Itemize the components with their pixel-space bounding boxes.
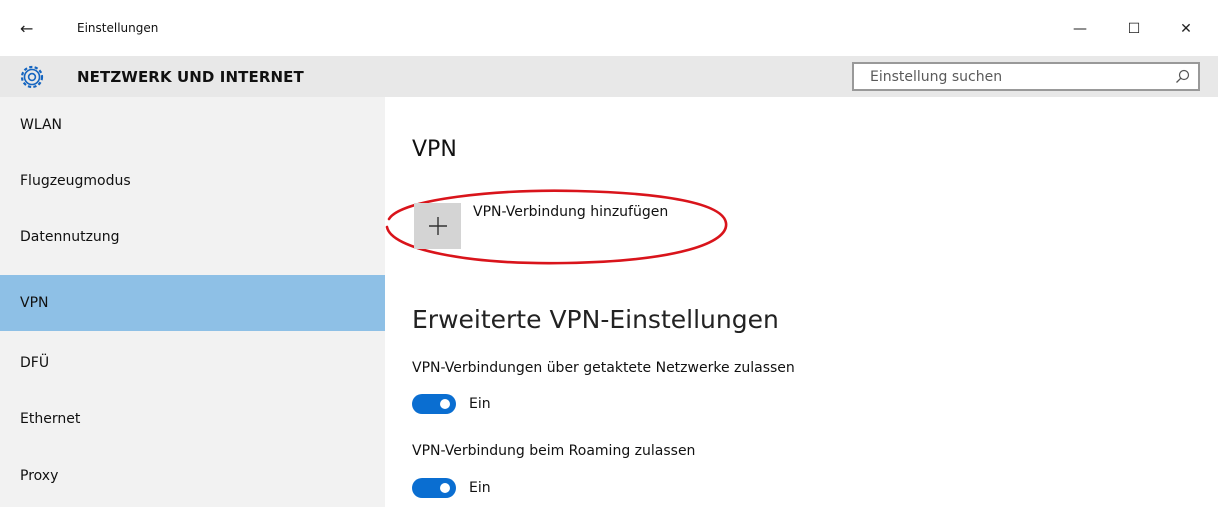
advanced-settings-title: Erweiterte VPN-Einstellungen (412, 305, 779, 334)
sidebar-item-flugzeugmodus[interactable]: Flugzeugmodus (0, 153, 385, 209)
sidebar: WLAN Flugzeugmodus Datennutzung VPN DFÜ … (0, 97, 385, 507)
main-content: VPN VPN-Verbindung hinzufügen Erweiterte… (385, 97, 1218, 507)
window-title: Einstellungen (77, 21, 159, 35)
close-button[interactable]: ✕ (1163, 14, 1209, 44)
minimize-button[interactable]: — (1057, 14, 1103, 44)
sidebar-item-label: DFÜ (20, 355, 50, 371)
sidebar-item-wlan[interactable]: WLAN (0, 97, 385, 153)
sidebar-item-datennutzung[interactable]: Datennutzung (0, 209, 385, 265)
maximize-button[interactable]: ☐ (1111, 14, 1157, 44)
metered-networks-toggle[interactable] (412, 394, 456, 414)
sidebar-item-vpn[interactable]: VPN (0, 275, 385, 331)
search-box[interactable] (852, 62, 1200, 91)
sidebar-item-label: WLAN (20, 117, 63, 133)
title-bar: ← Einstellungen — ☐ ✕ (0, 0, 1218, 56)
sidebar-item-label: Proxy (20, 468, 59, 484)
sidebar-item-label: Ethernet (20, 411, 81, 427)
main-title: VPN (412, 137, 457, 162)
sidebar-item-label: Datennutzung (20, 229, 120, 245)
sidebar-item-label: VPN (20, 295, 49, 311)
sidebar-item-label: Flugzeugmodus (20, 173, 131, 189)
section-header: NETZWERK UND INTERNET (0, 56, 1218, 97)
metered-networks-state: Ein (469, 396, 491, 412)
search-input[interactable] (854, 64, 1154, 89)
roaming-state: Ein (469, 480, 491, 496)
back-button[interactable]: ← (20, 18, 48, 40)
page-title: NETZWERK UND INTERNET (77, 68, 304, 86)
add-vpn-label[interactable]: VPN-Verbindung hinzufügen (473, 204, 668, 220)
sidebar-item-ethernet[interactable]: Ethernet (0, 391, 385, 447)
sidebar-item-proxy[interactable]: Proxy (0, 448, 385, 504)
gear-icon (20, 65, 44, 89)
search-icon[interactable] (1175, 69, 1190, 84)
metered-networks-label: VPN-Verbindungen über getaktete Netzwerk… (412, 360, 795, 376)
add-vpn-button[interactable] (414, 203, 461, 249)
roaming-toggle[interactable] (412, 478, 456, 498)
toggle-knob (440, 483, 450, 493)
roaming-label: VPN-Verbindung beim Roaming zulassen (412, 443, 696, 459)
toggle-knob (440, 399, 450, 409)
sidebar-item-dfu[interactable]: DFÜ (0, 335, 385, 391)
plus-icon (429, 217, 447, 235)
